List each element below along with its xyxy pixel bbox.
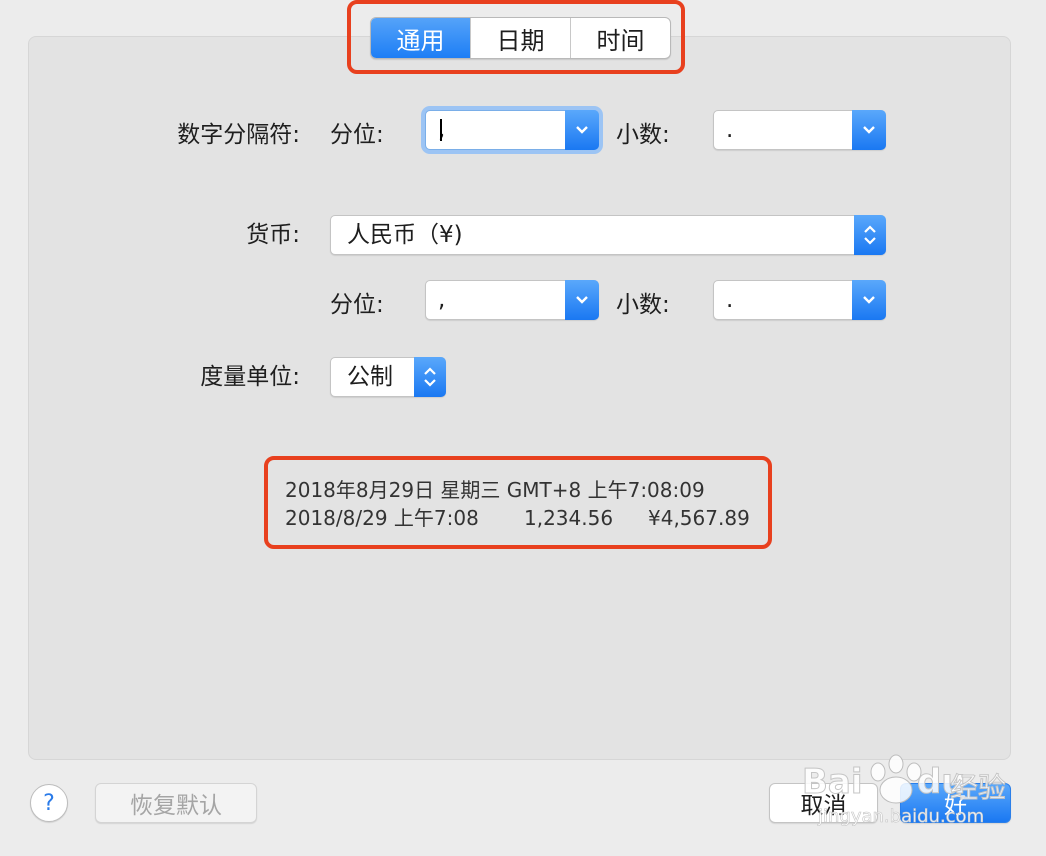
chevron-down-icon[interactable]: [565, 280, 599, 320]
measurement-popup[interactable]: 公制: [330, 357, 446, 397]
currency-decimal-combo[interactable]: .: [713, 280, 886, 320]
restore-defaults-button[interactable]: 恢复默认: [95, 783, 257, 823]
grouping-label: 分位:: [330, 122, 384, 148]
decimal-separator-value: .: [726, 117, 734, 143]
decimal-label: 小数:: [616, 122, 670, 148]
preview-currency: ¥4,567.89: [648, 506, 750, 530]
help-button[interactable]: ?: [30, 784, 68, 822]
chevron-down-icon[interactable]: [852, 280, 886, 320]
text-caret: [440, 119, 442, 141]
currency-popup[interactable]: 人民币（¥): [330, 215, 886, 255]
preview-number: 1,234.56: [524, 506, 614, 530]
measurement-label: 度量单位:: [200, 364, 300, 390]
currency-decimal-value: .: [726, 287, 734, 313]
ok-button[interactable]: 好: [900, 783, 1011, 823]
currency-value: 人民币（¥): [347, 222, 463, 248]
help-icon: ?: [43, 790, 55, 816]
tabs-highlight-box: [347, 0, 685, 74]
up-down-chevron-icon[interactable]: [414, 357, 446, 397]
measurement-value: 公制: [347, 364, 393, 390]
currency-decimal-label: 小数:: [616, 292, 670, 318]
chevron-down-icon[interactable]: [565, 110, 599, 150]
currency-label: 货币:: [246, 222, 300, 248]
cancel-button[interactable]: 取消: [769, 783, 878, 823]
currency-grouping-combo[interactable]: ,: [425, 280, 599, 320]
decimal-separator-combo[interactable]: .: [713, 110, 886, 150]
number-separators-label: 数字分隔符:: [177, 122, 300, 148]
grouping-separator-combo[interactable]: ,: [425, 110, 599, 150]
up-down-chevron-icon[interactable]: [854, 215, 886, 255]
currency-grouping-label: 分位:: [330, 292, 384, 318]
preview-short-date: 2018/8/29 上午7:08: [285, 506, 479, 530]
chevron-down-icon[interactable]: [852, 110, 886, 150]
currency-grouping-value: ,: [438, 287, 446, 313]
preview-long-format: 2018年8月29日 星期三 GMT+8 上午7:08:09: [285, 478, 705, 502]
